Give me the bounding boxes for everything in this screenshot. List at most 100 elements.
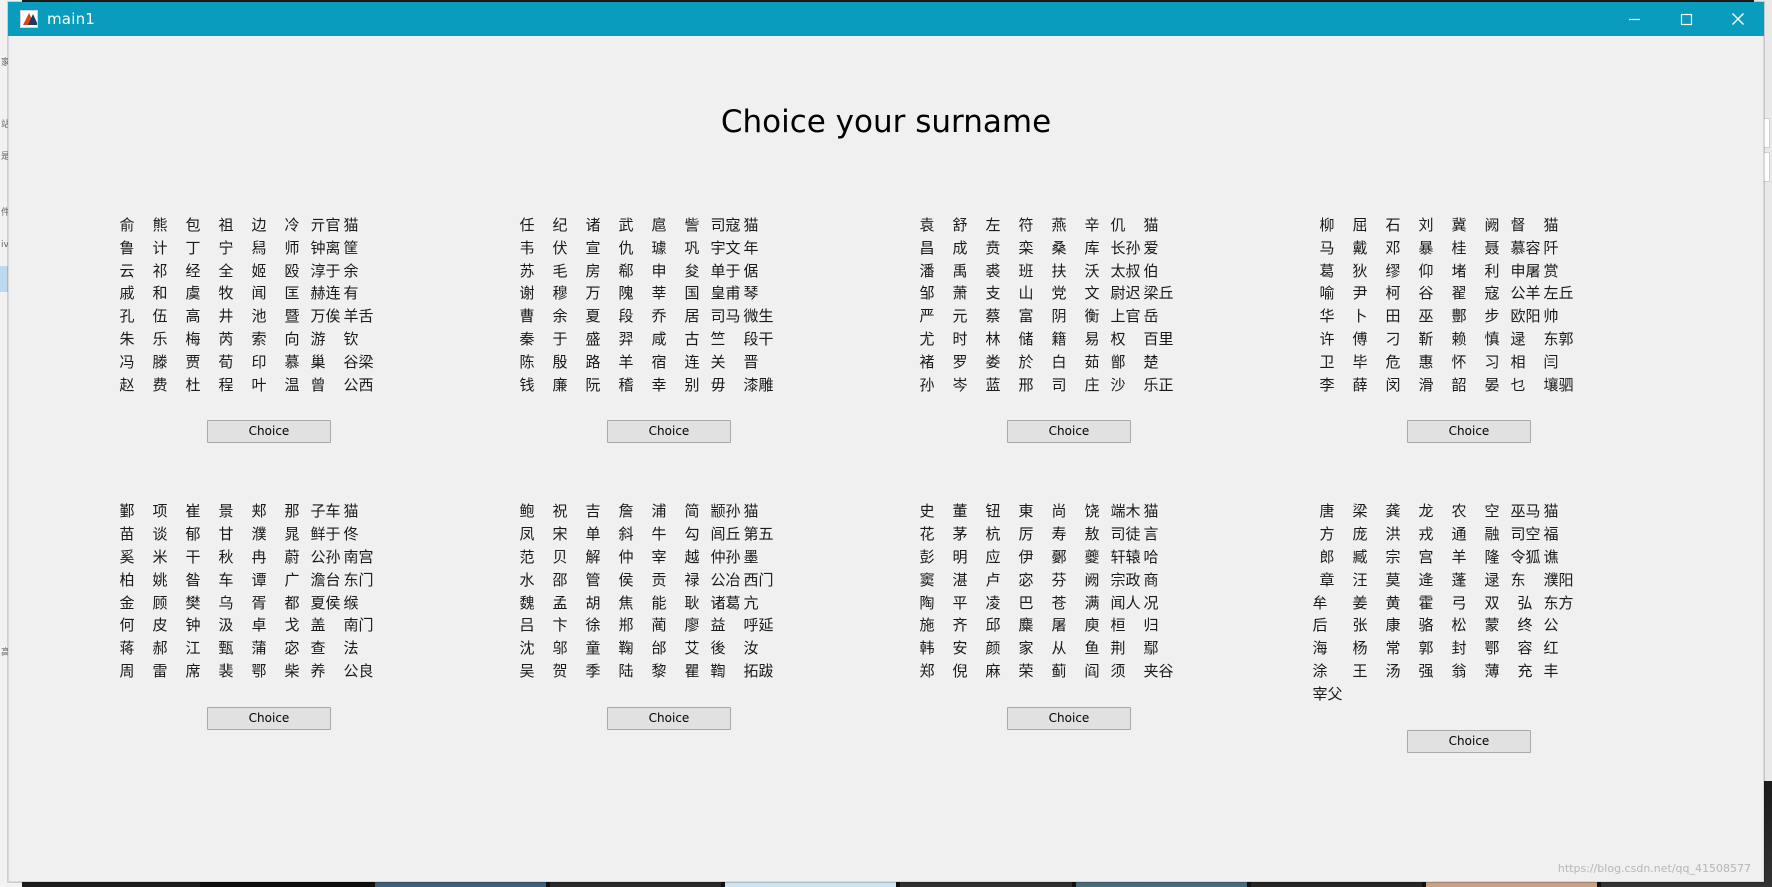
surname-cell: 钮 [985,502,1001,521]
surname-cell: 臧 [1352,547,1368,566]
surname-cell: 於 [1018,352,1034,371]
maximize-icon[interactable] [1660,2,1712,36]
surname-cell: 解 [585,547,601,566]
surname-cell: 穆 [552,284,568,303]
surname-cell: 汲 [218,616,234,635]
surname-cell: 和 [152,284,168,303]
surname-cell: 左丘 [1543,284,1574,303]
surname-cell: 红 [1543,639,1559,658]
surname-cell: 柏 [119,570,135,589]
surname-cell: 贺 [552,661,568,680]
surname-cell: 伊 [1018,547,1034,566]
close-icon[interactable] [1712,2,1764,36]
surname-cell: 司空 [1510,525,1541,544]
surname-panel-6: 鲍祝吉詹浦简颛孙猫凤宋单斜牛勾闾丘 第五范贝解仲宰越仲孙墨水邵管侯贡禄公冶 西门魏孟… [469,500,869,752]
surname-cell: 巢 [310,352,326,371]
surname-cell: 缑 [343,593,359,612]
surname-cell: 欧阳 [1510,307,1541,326]
choice-button-2[interactable]: Choice [607,420,731,444]
surname-cell: 隆 [1484,547,1500,566]
surname-cell: 司徒 [1110,525,1141,544]
surname-cell: 公孙 [310,547,341,566]
surname-cell: 爱 [1143,238,1159,257]
surname-cell: 扈 [651,216,667,234]
surname-cell: 萧 [952,284,968,303]
surname-cell: 宗政 [1110,570,1141,589]
surname-cell: 单 [585,525,601,544]
surname-cell: 融 [1484,525,1500,544]
surname-cell: 须 [1110,661,1126,680]
surname-cell: 易 [1084,329,1100,348]
choice-button-1[interactable]: Choice [207,420,331,444]
surname-cell: 徐 [585,616,601,635]
surname-cell: 倪 [952,661,968,680]
surname-cell: 权 [1110,329,1126,348]
surname-cell: 轩辕 [1110,547,1141,566]
surname-cell: 殷 [552,352,568,371]
surname-cell: 方 [1319,525,1335,544]
surname-cell: 上官 [1110,307,1141,326]
surname-cell: 景 [218,502,234,521]
surname-grid-3: 袁舒左符燕辛仉猫昌成贲栾桑库长孙爱潘禹裘班扶沃太叔伯邹萧支山党文尉迟 梁丘严元蔡富… [911,214,1228,396]
surname-cell: 丰 [1543,661,1559,680]
surname-cell: 程 [218,375,234,394]
surname-cell: 杨 [1352,639,1368,658]
surname-cell: 浦 [651,502,667,521]
surname-cell: 益 [710,616,726,635]
surname-cell: 太叔 [1110,261,1141,280]
surname-cell: 逯 [1510,329,1526,348]
surname-cell: 毕 [1352,352,1368,371]
surname-cell: 诸 [585,216,601,234]
surname-cell: 闫 [1543,352,1559,371]
surname-cell: 尹 [1352,284,1368,303]
surname-cell: 胥 [251,593,267,612]
surname-cell: 丁 [185,238,201,257]
surname-cell: 尉迟 [1110,284,1141,303]
surname-cell: 牛 [651,525,667,544]
surname-cell: 姚 [152,570,168,589]
choice-button-5[interactable]: Choice [207,706,331,730]
surname-cell: 裘 [985,261,1001,280]
surname-cell: 师 [284,238,300,257]
surname-cell: 猫 [1543,216,1559,234]
minimize-icon[interactable] [1608,2,1660,36]
surname-cell: 全 [218,261,234,280]
surname-cell: 禹 [952,261,968,280]
surname-cell: 公羊 [1510,284,1541,303]
surname-cell: 巴 [1018,593,1034,612]
surname-cell: 归 [1143,616,1159,635]
surname-cell: 昌 [919,238,935,257]
choice-button-3[interactable]: Choice [1007,420,1131,444]
surname-cell: 习 [1484,352,1500,371]
surname-cell: 支 [985,284,1001,303]
surname-cell: 澹台 [310,570,341,589]
surname-cell: 梁 [1352,502,1368,521]
surname-cell: 法 [343,639,359,658]
surname-cell: 东郭 [1543,329,1574,348]
surname-cell: 敖 [1084,525,1100,544]
surname-cell: 广 [284,570,300,589]
title-bar: main1 [8,2,1764,36]
surname-cell: 何 [119,616,135,635]
choice-button-8[interactable]: Choice [1407,729,1531,753]
surname-cell: 靳 [1418,329,1434,348]
surname-cell: 咸 [651,329,667,348]
surname-cell: 饶 [1084,502,1100,521]
choice-button-6[interactable]: Choice [607,706,731,730]
surname-cell: 姬 [251,261,267,280]
surname-cell: 东 [1510,570,1526,589]
surname-cell: 燕 [1051,216,1067,234]
surname-cell: 汝 [743,639,759,658]
surname-cell: 颜 [985,639,1001,658]
choice-button-4[interactable]: Choice [1407,420,1531,444]
surname-cell: 季 [585,661,601,680]
surname-cell: 强 [1418,661,1434,680]
surname-cell: 蓝 [985,375,1001,394]
surname-cell: 章 [1319,570,1335,589]
surname-cell: 时 [952,329,968,348]
surname-cell: 吴 [519,661,535,680]
surname-cell: 墨 [743,547,759,566]
choice-button-7[interactable]: Choice [1007,706,1131,730]
surname-cell: 荆 [1110,639,1126,658]
surname-cell: 仲 [618,547,634,566]
